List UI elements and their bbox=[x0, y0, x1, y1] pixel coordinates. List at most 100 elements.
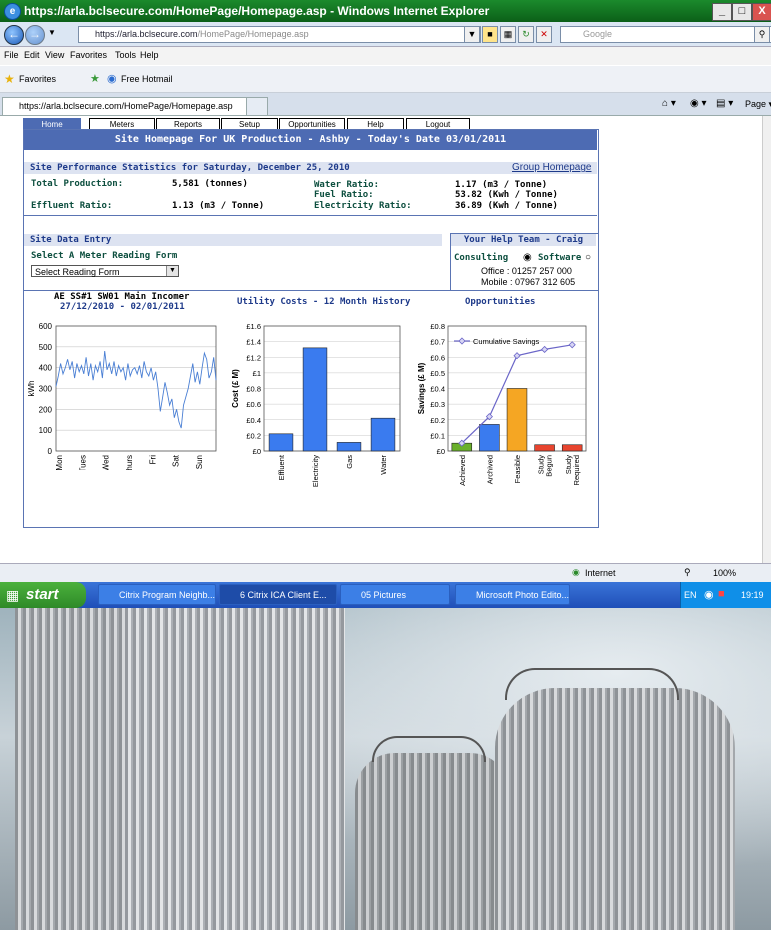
consulting-radio[interactable]: ◉ bbox=[523, 252, 532, 263]
forward-icon[interactable]: → bbox=[25, 25, 45, 45]
x-tick-label: Sat bbox=[172, 454, 181, 467]
total-production-value: 5,581 (tonnes) bbox=[172, 179, 248, 189]
help-team-box: Your Help Team - Craig Consulting ◉ Soft… bbox=[450, 233, 599, 291]
y-tick-label: £1.6 bbox=[246, 322, 261, 331]
effluent-ratio-value: 1.13 (m3 / Tonne) bbox=[172, 201, 265, 211]
x-tick-label: Thurs bbox=[125, 455, 134, 470]
taskbar-item-citrix[interactable]: Citrix Program Neighb... bbox=[98, 584, 216, 605]
help-header: Your Help Team - Craig bbox=[451, 234, 596, 246]
railing bbox=[372, 736, 486, 762]
x-tick-label: Achieved bbox=[458, 455, 467, 486]
menu-favorites[interactable]: Favorites bbox=[70, 50, 107, 60]
stop-icon[interactable]: ✕ bbox=[536, 26, 552, 43]
maximize-button[interactable]: □ bbox=[732, 3, 752, 21]
clock: 19:19 bbox=[741, 590, 764, 600]
url-host: https://arla.bclsecure.com bbox=[95, 29, 198, 39]
page-menu[interactable]: Page ▾ bbox=[745, 99, 771, 110]
menu-file[interactable]: File bbox=[4, 50, 19, 60]
page-banner: Site Homepage For UK Production - Ashby … bbox=[24, 130, 597, 150]
refresh-icon[interactable]: ↻ bbox=[518, 26, 534, 43]
desktop-wallpaper bbox=[0, 608, 771, 930]
status-bar: ◉ Internet ⚲ 100% bbox=[0, 563, 771, 582]
taskbar-item-label: 05 Pictures bbox=[361, 590, 407, 600]
vertical-scrollbar[interactable] bbox=[762, 116, 771, 563]
bar-feasible bbox=[506, 388, 528, 452]
citrix-tray-icon[interactable]: ■ bbox=[718, 588, 725, 600]
x-tick-label: Archived bbox=[485, 455, 494, 484]
browser-tab[interactable]: https://arla.bclsecure.com/HomePage/Home… bbox=[2, 97, 260, 115]
x-tick-label: Water bbox=[379, 455, 388, 475]
favorite-link-hotmail[interactable]: Free Hotmail bbox=[121, 74, 173, 84]
lock-icon[interactable]: ■ bbox=[482, 26, 498, 43]
taskbar-item-photo-editor[interactable]: Microsoft Photo Edito... bbox=[455, 584, 570, 605]
legend-marker bbox=[458, 337, 466, 345]
data-entry-header-text: Site Data Entry bbox=[30, 235, 112, 245]
zone-label: Internet bbox=[585, 568, 616, 578]
minimize-button[interactable]: _ bbox=[712, 3, 732, 21]
zoom-level[interactable]: 100% bbox=[713, 568, 736, 578]
tray-app-icon[interactable]: ◉ bbox=[704, 588, 714, 601]
print-icon[interactable]: ▤ ▾ bbox=[716, 98, 733, 109]
group-homepage-link[interactable]: Group Homepage bbox=[512, 162, 592, 173]
divider bbox=[24, 290, 597, 291]
y-tick-label: 500 bbox=[39, 343, 53, 352]
chevron-down-icon[interactable]: ▼ bbox=[166, 266, 178, 276]
electricity-ratio-label: Electricity Ratio: bbox=[314, 201, 412, 211]
meter-form-select[interactable]: Select Reading Form ▼ bbox=[31, 265, 179, 277]
taskbar-item-pictures[interactable]: 05 Pictures bbox=[340, 584, 450, 605]
new-tab-button[interactable] bbox=[246, 97, 268, 116]
mobile-phone: Mobile : 07967 312 605 bbox=[481, 277, 576, 287]
search-icon[interactable]: ⚲ bbox=[754, 26, 770, 43]
compatibility-icon[interactable]: ▦ bbox=[500, 26, 516, 43]
menu-help[interactable]: Help bbox=[140, 50, 159, 60]
system-tray: EN ◉ ■ 19:19 bbox=[680, 582, 771, 608]
y-tick-label: £0.6 bbox=[246, 400, 261, 409]
language-indicator[interactable]: EN bbox=[684, 590, 697, 600]
taskbar-item-ica[interactable]: 6 Citrix ICA Client E... bbox=[219, 584, 337, 605]
feeds-icon[interactable]: ◉ ▾ bbox=[690, 98, 707, 109]
zoom-icon[interactable]: ⚲ bbox=[684, 567, 691, 578]
url-dropdown-icon[interactable]: ▼ bbox=[464, 26, 480, 43]
back-icon[interactable]: ← bbox=[4, 25, 24, 45]
ie-logo-icon: e bbox=[4, 3, 21, 20]
water-ratio-label: Water Ratio: bbox=[314, 180, 380, 190]
globe-icon: ◉ bbox=[572, 567, 580, 577]
bar-archived bbox=[479, 424, 500, 452]
y-tick-label: £0.4 bbox=[430, 385, 445, 394]
tab-bar: https://arla.bclsecure.com/HomePage/Home… bbox=[0, 93, 771, 116]
url-path: /HomePage/Homepage.asp bbox=[197, 29, 309, 39]
water-ratio-value: 1.17 (m3 / Tonne) bbox=[455, 180, 548, 190]
y-tick-label: 0 bbox=[48, 447, 53, 456]
menu-tools[interactable]: Tools bbox=[115, 50, 136, 60]
opportunities-chart: £0 £0.1 £0.2 £0.3 £0.4 £0.5 £0.6 £0.7 £0.8 Achiev… bbox=[417, 322, 587, 486]
y-tick-label: 100 bbox=[39, 426, 53, 435]
y-tick-label: £0.8 bbox=[246, 385, 261, 394]
bar-water bbox=[370, 417, 396, 452]
bar-gas bbox=[336, 442, 362, 452]
history-dropdown-icon[interactable]: ▼ bbox=[48, 28, 56, 37]
add-favorite-icon[interactable]: ★ bbox=[90, 72, 100, 85]
menu-edit[interactable]: Edit bbox=[24, 50, 40, 60]
browser-tab-label: https://arla.bclsecure.com/HomePage/Home… bbox=[19, 101, 233, 111]
total-production-label: Total Production: bbox=[31, 179, 124, 189]
consulting-label: Consulting bbox=[454, 253, 509, 263]
utility-chart-title: Utility Costs - 12 Month History bbox=[237, 297, 411, 307]
close-button[interactable]: X bbox=[752, 3, 771, 21]
search-input[interactable]: Google bbox=[560, 26, 771, 43]
home-icon[interactable]: ⌂ ▾ bbox=[662, 98, 676, 109]
y-tick-label: £1.2 bbox=[246, 353, 261, 362]
software-radio[interactable]: ○ bbox=[585, 252, 591, 263]
y-tick-label: £0.2 bbox=[430, 416, 445, 425]
y-tick-label: 200 bbox=[39, 405, 53, 414]
bar-study-begun bbox=[534, 444, 555, 452]
meter-line-chart: 0 100 200 300 400 500 600 kWh Mon Tues Wed Thurs Fri… bbox=[27, 322, 217, 470]
electricity-ratio-value: 36.89 (Kwh / Tonne) bbox=[455, 201, 558, 211]
taskbar-item-label: Microsoft Photo Edito... bbox=[476, 590, 570, 600]
url-field[interactable]: https://arla.bclsecure.com/HomePage/Home… bbox=[78, 26, 481, 43]
menu-view[interactable]: View bbox=[45, 50, 64, 60]
y-tick-label: £1 bbox=[253, 369, 261, 378]
y-tick-label: £0.4 bbox=[246, 416, 261, 425]
favorites-star-icon: ★ bbox=[4, 72, 15, 86]
legend-label: Cumulative Savings bbox=[473, 337, 540, 346]
favorites-button[interactable]: Favorites bbox=[19, 74, 56, 84]
